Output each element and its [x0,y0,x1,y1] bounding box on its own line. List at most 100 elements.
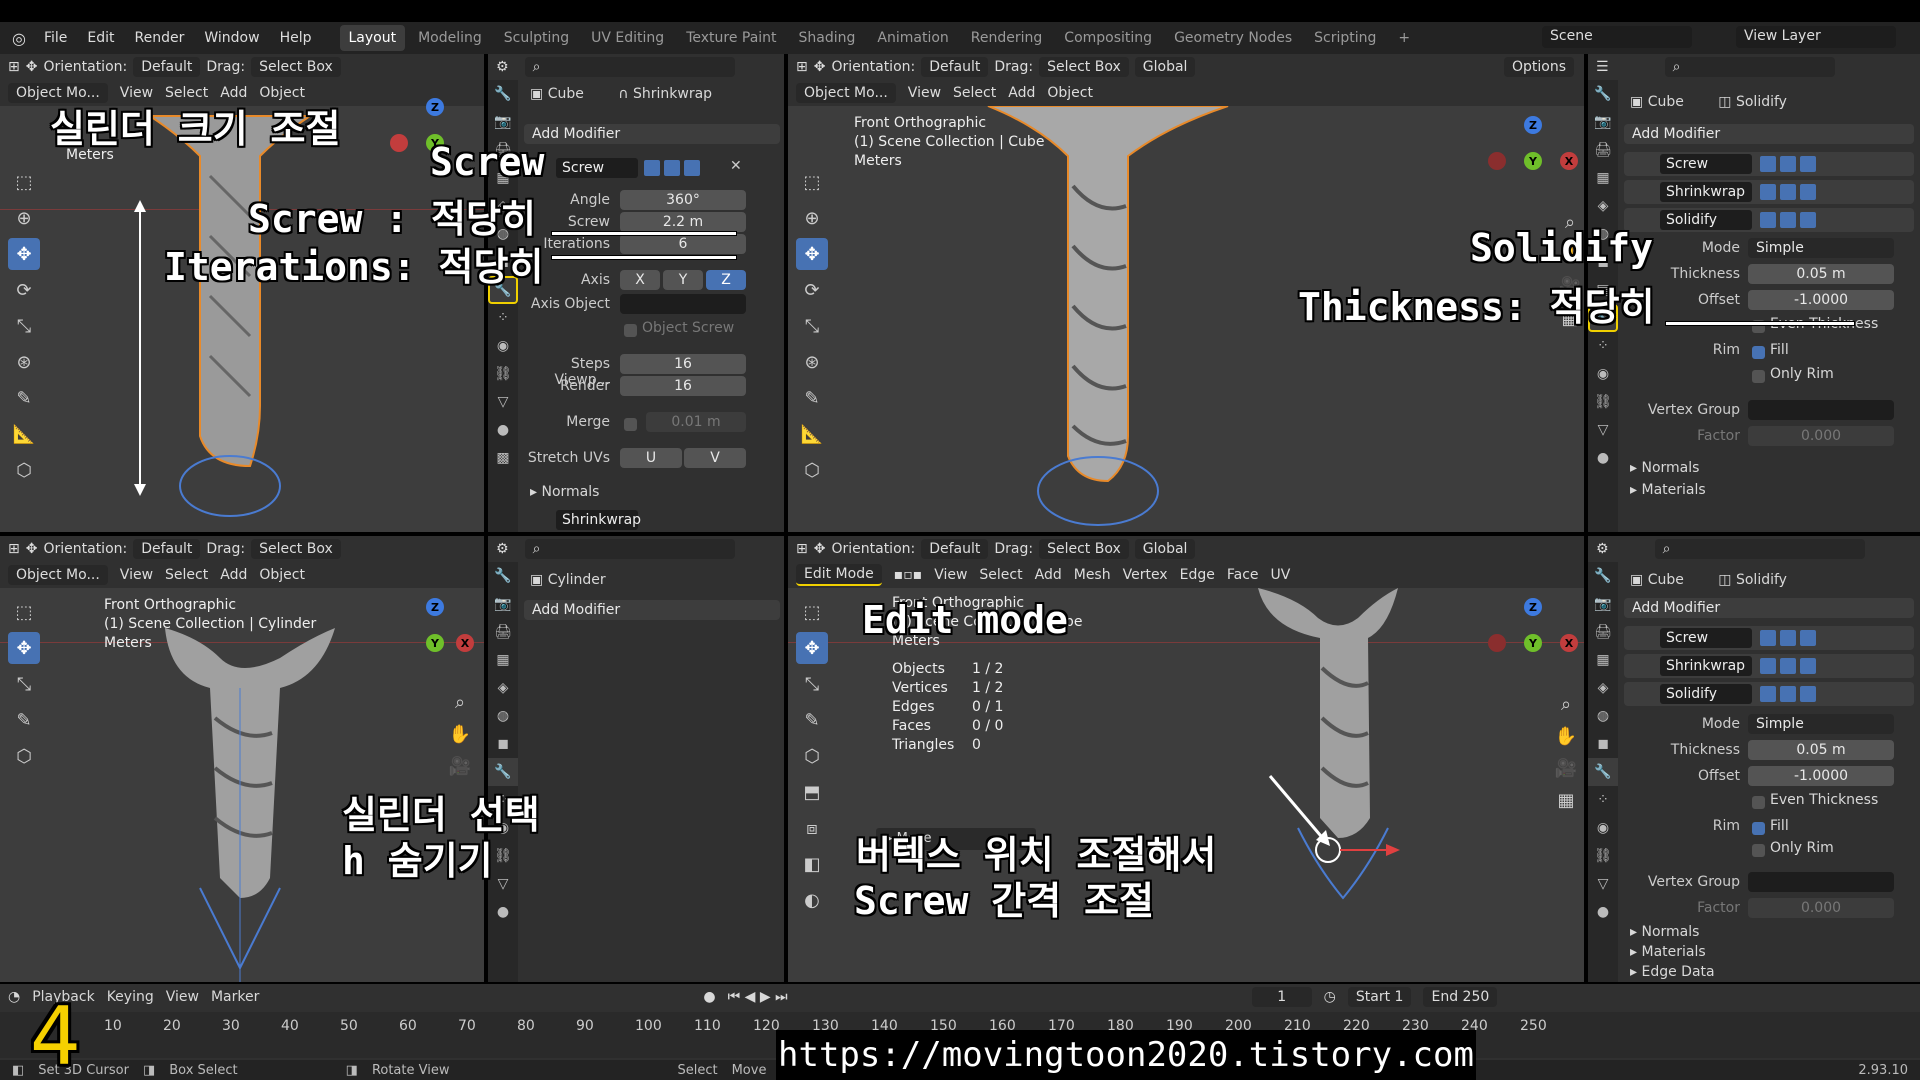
axis-z-button[interactable]: Z [706,270,746,290]
offset-field[interactable]: -1.0000 [1748,290,1894,310]
render-steps-field[interactable]: 16 [620,376,746,396]
axis-gizmo[interactable]: Z Y X [1488,116,1578,206]
modifier-name[interactable]: Solidify [1660,210,1752,230]
screw-modifier-name[interactable]: Screw [556,158,638,178]
particles-tab-icon[interactable]: ⁘ [488,304,518,332]
mode-dropdown[interactable]: Object Mo... [8,565,108,585]
factor-field[interactable]: 0.000 [1748,426,1894,446]
physics-tab-icon[interactable]: ◉ [1588,360,1618,388]
menu-view[interactable]: View [120,567,153,583]
editor-type-icon[interactable]: ⊞ [796,59,808,75]
x-axis-icon[interactable]: X [1560,634,1578,652]
modifier-name[interactable]: Shrinkwrap [1660,656,1752,676]
axis-gizmo[interactable]: Z Y X [1488,598,1578,688]
physics-tab-icon[interactable]: ◉ [488,332,518,360]
zoom-icon[interactable]: ⌕ [446,686,474,718]
editmode-toggle-icon[interactable] [1760,686,1776,702]
menu-mesh[interactable]: Mesh [1074,567,1111,583]
scale-tool-icon[interactable]: ⤡ [8,668,40,700]
scene-tab-icon[interactable]: ◈ [488,674,518,702]
scale-tool-icon[interactable]: ⤡ [796,668,828,700]
menu-edit[interactable]: Edit [79,26,122,50]
render-tab-icon[interactable]: 📷 [488,590,518,618]
drag-dropdown[interactable]: Select Box [251,57,341,77]
menu-file[interactable]: File [36,26,75,50]
add-modifier-button[interactable]: Add Modifier [524,124,780,144]
factor-field[interactable]: 0.000 [1748,898,1894,918]
object-screw-checkbox[interactable] [624,324,637,337]
render-toggle-icon[interactable] [1800,658,1816,674]
iterations-field[interactable]: 6 [620,234,746,254]
offset-field[interactable]: -1.0000 [1748,766,1894,786]
editmode-toggle-icon[interactable] [1760,658,1776,674]
annotate-tool-icon[interactable]: ✎ [8,382,40,414]
data-tab-icon[interactable]: ▽ [1588,416,1618,444]
menu-help[interactable]: Help [272,26,320,50]
materials-section[interactable]: ▸ Materials [1630,944,1706,960]
physics-tab-icon[interactable]: ◉ [1588,814,1618,842]
grid-icon[interactable]: ▦ [1552,784,1580,816]
camera-icon[interactable]: 🎥 [1552,752,1580,784]
stretch-v-button[interactable]: V [684,448,746,468]
tab-rendering[interactable]: Rendering [962,25,1052,51]
mode-dropdown[interactable]: Edit Mode [796,564,882,586]
orientation-dropdown[interactable]: Default [921,539,989,559]
rotate-tool-icon[interactable]: ⟳ [8,274,40,306]
camera-icon[interactable]: 🎥 [446,750,474,782]
thickness-field[interactable]: 0.05 m [1748,740,1894,760]
render-toggle-icon[interactable] [684,160,700,176]
output-tab-icon[interactable]: 🖨 [488,618,518,646]
menu-face[interactable]: Face [1227,567,1259,583]
view-layer-tab-icon[interactable]: ▦ [1588,164,1618,192]
annotate-tool-icon[interactable]: ✎ [8,704,40,736]
tab-sculpting[interactable]: Sculpting [495,25,578,51]
viewport-toggle-icon[interactable] [1780,212,1796,228]
render-toggle-icon[interactable] [1800,184,1816,200]
add-cube-tool-icon[interactable]: ⬡ [8,740,40,772]
vertex-group-field[interactable] [1748,400,1894,420]
y-axis-icon[interactable]: Y [1524,152,1542,170]
object-tab-icon[interactable]: ◼ [1588,730,1618,758]
tool-tab-icon[interactable]: 🔧 [1588,562,1618,590]
normals-section[interactable]: ▸ Normals [530,484,599,500]
move-tool-icon[interactable]: ✥ [796,632,828,664]
merge-checkbox[interactable] [624,418,637,431]
material-tab-icon[interactable]: ● [1588,898,1618,926]
render-tab-icon[interactable]: 📷 [1588,590,1618,618]
only-rim-checkbox[interactable] [1752,370,1765,383]
world-tab-icon[interactable]: ◍ [1588,702,1618,730]
material-tab-icon[interactable]: ● [488,416,518,444]
normals-section[interactable]: ▸ Normals [1630,460,1699,476]
render-toggle-icon[interactable] [1800,156,1816,172]
y-axis-icon[interactable]: Y [426,634,444,652]
rotate-tool-icon[interactable]: ⟳ [796,274,828,306]
select-mode-icons[interactable]: ▪▫▪ [894,567,922,583]
editor-type-icon[interactable]: ⊞ [796,541,808,557]
data-tab-icon[interactable]: ▽ [488,388,518,416]
particles-tab-icon[interactable]: ⁘ [1588,332,1618,360]
edge-data-section[interactable]: ▸ Edge Data [1630,964,1715,980]
modifier-row-shrinkwrap[interactable]: Shrinkwrap [1624,654,1914,678]
remove-modifier-icon[interactable]: ✕ [730,158,742,174]
modifier-row-shrinkwrap[interactable]: Shrinkwrap [1624,180,1914,204]
tab-geometry-nodes[interactable]: Geometry Nodes [1165,25,1301,51]
fill-checkbox[interactable] [1752,822,1765,835]
render-tab-icon[interactable]: 📷 [488,108,518,136]
mode-dropdown[interactable]: Object Mo... [796,83,896,103]
constraints-tab-icon[interactable]: ⛓ [488,360,518,388]
viewport-toggle-icon[interactable] [1780,630,1796,646]
menu-view[interactable]: View [934,567,967,583]
constraints-tab-icon[interactable]: ⛓ [1588,388,1618,416]
transform-orientation-dropdown[interactable]: Global [1134,539,1196,559]
axis-x-button[interactable]: X [620,270,660,290]
z-axis-icon[interactable]: Z [1524,116,1542,134]
editor-type-icon[interactable]: ⊞ [8,59,20,75]
object-tab-icon[interactable]: ◼ [488,730,518,758]
add-cube-tool-icon[interactable]: ⬡ [8,454,40,486]
cursor-tool-icon[interactable]: ⊕ [796,202,828,234]
editmode-toggle-icon[interactable] [1760,212,1776,228]
render-toggle-icon[interactable] [1800,686,1816,702]
data-tab-icon[interactable]: ▽ [1588,870,1618,898]
scene-tab-icon[interactable]: ◈ [1588,674,1618,702]
material-tab-icon[interactable]: ● [488,898,518,926]
